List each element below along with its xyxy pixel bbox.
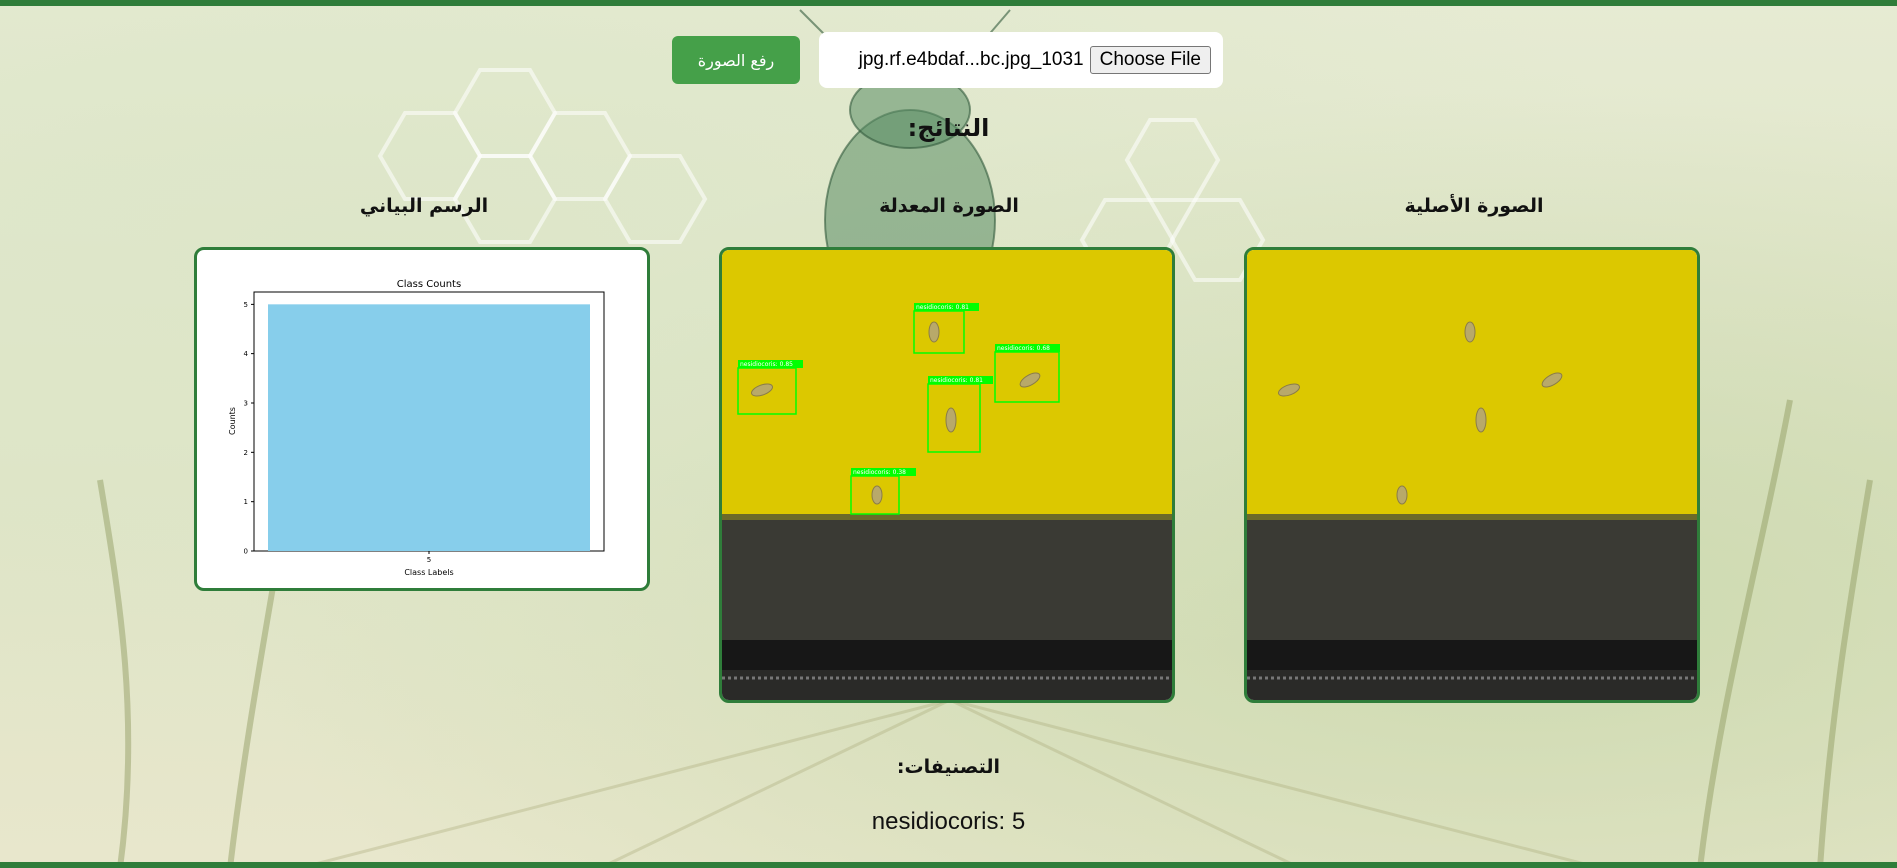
classifications-title: التصنيفات: [896, 756, 1001, 778]
top-accent-bar [0, 0, 1897, 6]
y-tick-label: 5 [244, 301, 248, 309]
original-image-title: الصورة الأصلية [1404, 195, 1544, 217]
detection-label: nesidiocoris: 0.85 [740, 361, 793, 368]
detection-label: nesidiocoris: 0.81 [916, 304, 969, 311]
choose-file-button[interactable]: Choose File [1089, 46, 1211, 74]
upload-image-button[interactable]: رفع الصورة [672, 36, 800, 84]
chart-card: Class Counts 0 1 2 3 4 5 5 Class Labels Count… [194, 247, 650, 591]
x-tick-label: 5 [427, 556, 431, 564]
y-tick-label: 1 [244, 498, 248, 506]
bottom-accent-bar [0, 862, 1897, 868]
y-tick-label: 2 [244, 449, 248, 457]
results-title: النتائج: [907, 114, 990, 142]
y-tick-label: 0 [244, 548, 248, 556]
y-axis-label: Counts [228, 407, 237, 435]
processed-trap-image: nesidiocoris: 0.81 nesidiocoris: 0.85 ne… [722, 250, 1172, 700]
detection-label: nesidiocoris: 0.68 [997, 345, 1050, 352]
bar [268, 304, 590, 551]
detection-label: nesidiocoris: 0.38 [853, 469, 906, 476]
chart-title: Class Counts [397, 279, 461, 290]
original-image-card [1244, 247, 1700, 703]
detection-label: nesidiocoris: 0.81 [930, 377, 983, 384]
y-tick-label: 4 [244, 350, 249, 358]
class-counts-chart: Class Counts 0 1 2 3 4 5 5 Class Labels Count… [228, 279, 605, 577]
chart-column-title: الرسم البياني [359, 195, 489, 217]
classification-result: nesidiocoris: 5 [871, 808, 1026, 835]
processed-image-title: الصورة المعدلة [879, 195, 1019, 217]
file-input[interactable]: jpg.rf.e4bdaf...bc.jpg_1031 Choose File [819, 32, 1223, 88]
processed-image-card: nesidiocoris: 0.81 nesidiocoris: 0.85 ne… [719, 247, 1175, 703]
y-tick-label: 3 [244, 400, 248, 408]
selected-file-name: jpg.rf.e4bdaf...bc.jpg_1031 [858, 49, 1084, 70]
x-axis-label: Class Labels [404, 568, 453, 577]
upload-form: رفع الصورة jpg.rf.e4bdaf...bc.jpg_1031 C… [672, 32, 1223, 88]
original-trap-image [1247, 250, 1697, 700]
